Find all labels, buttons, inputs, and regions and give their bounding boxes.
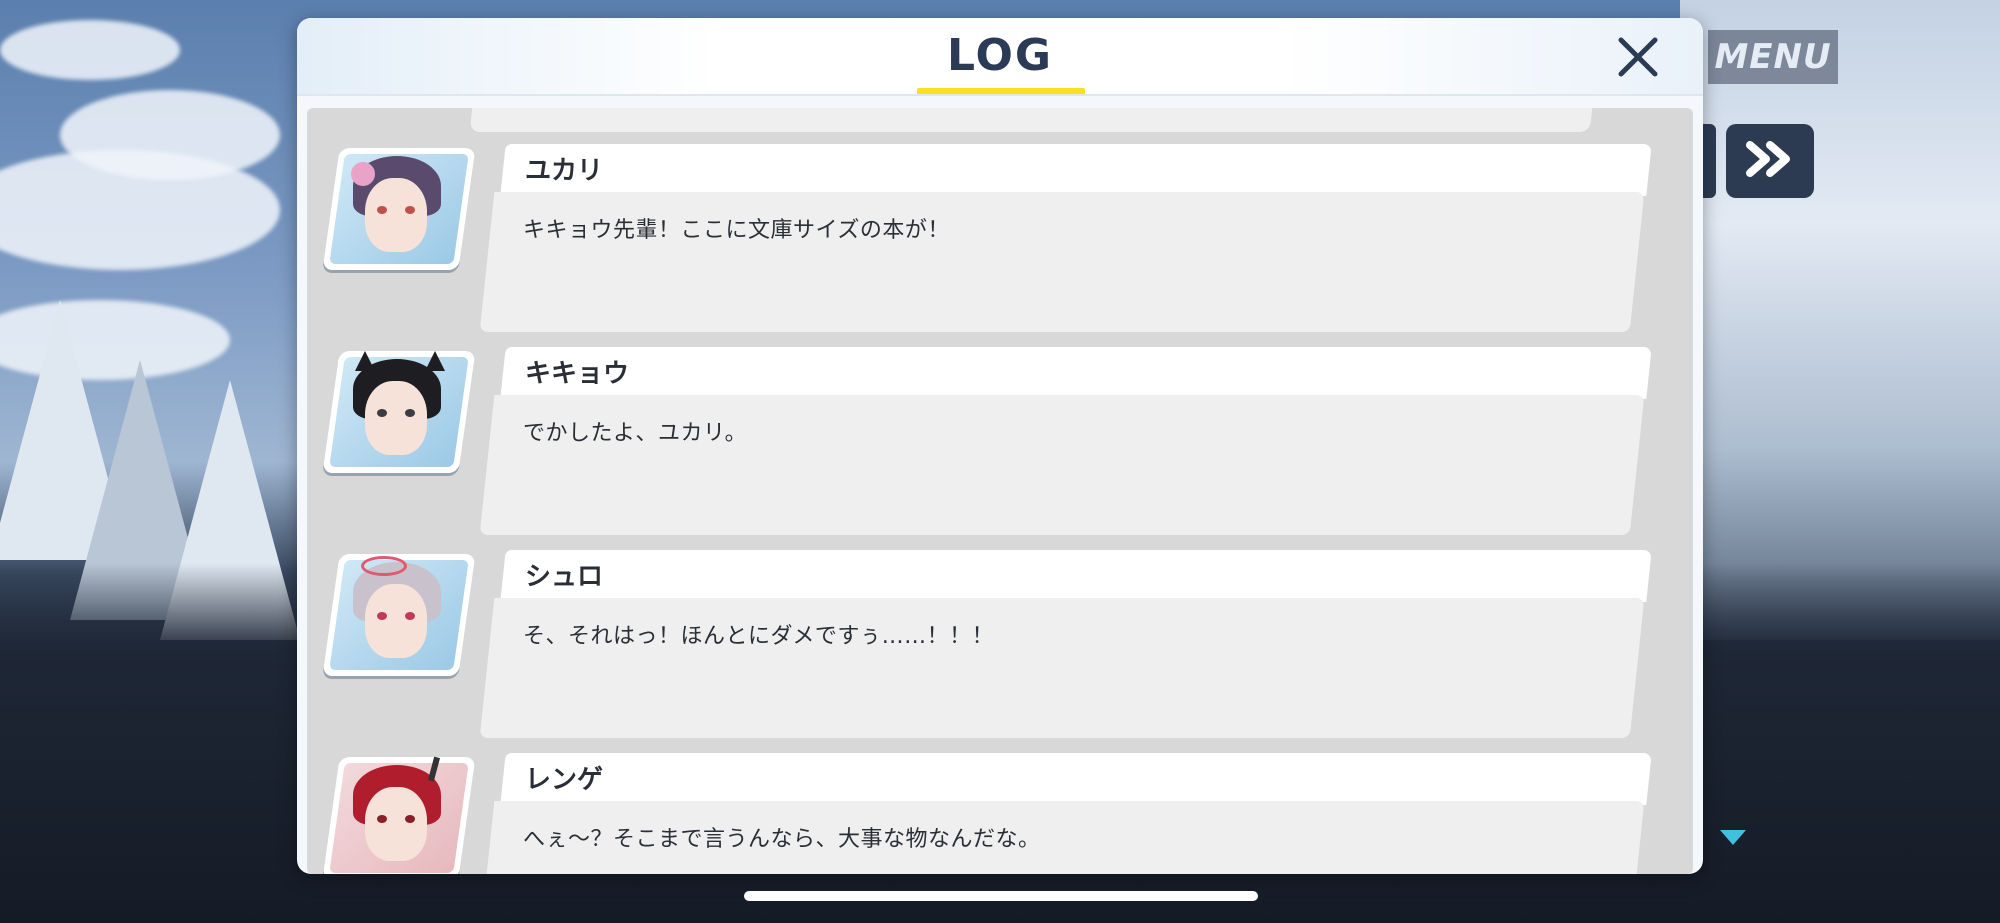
page-title: LOG — [947, 30, 1053, 81]
speaker-name-bar — [500, 550, 1652, 602]
previous-entry-tail — [469, 108, 1593, 132]
log-list[interactable]: ユカリ キキョウ先輩！ここに文庫サイズの本が！ キキョウ でかしたよ、ユカリ。 — [307, 108, 1693, 874]
snow-trees-right — [1680, 0, 2000, 640]
log-entry: シュロ そ、それはっ！ほんとにダメですぅ……！！！ — [307, 550, 1693, 744]
character-portrait-renge — [322, 756, 476, 874]
speaker-name-bar — [500, 144, 1652, 196]
log-entry: レンゲ へぇ～？そこまで言うんなら、大事な物なんだな。 — [307, 753, 1693, 874]
speaker-name-bar — [500, 753, 1652, 805]
dialogue-text: でかしたよ、ユカリ。 — [523, 421, 748, 446]
speaker-name-bar — [500, 347, 1652, 399]
log-entry: キキョウ でかしたよ、ユカリ。 — [307, 347, 1693, 541]
character-portrait-yukari — [322, 148, 476, 270]
home-indicator[interactable] — [744, 891, 1258, 901]
speaker-name: レンゲ — [525, 765, 604, 795]
speaker-name: ユカリ — [525, 156, 604, 186]
dialogue-bubble: シュロ そ、それはっ！ほんとにダメですぅ……！！！ — [479, 550, 1657, 740]
dialogue-bubble: レンゲ へぇ～？そこまで言うんなら、大事な物なんだな。 — [479, 753, 1657, 874]
triangle-down-icon — [1720, 830, 1746, 845]
dialogue-text: へぇ～？そこまで言うんなら、大事な物なんだな。 — [523, 827, 1041, 852]
dialogue-text: キキョウ先輩！ここに文庫サイズの本が！ — [523, 218, 950, 243]
log-entry: ユカリ キキョウ先輩！ここに文庫サイズの本が！ — [307, 144, 1693, 338]
dialogue-bubble: キキョウ でかしたよ、ユカリ。 — [479, 347, 1657, 537]
title-underline — [917, 88, 1085, 95]
character-portrait-shuro — [322, 554, 476, 676]
speaker-name: キキョウ — [525, 359, 630, 389]
character-portrait-kikyou — [322, 351, 476, 473]
double-chevron-right-icon — [1744, 139, 1796, 183]
cloud — [60, 90, 280, 180]
close-icon — [1613, 37, 1663, 86]
dialogue-bubble: ユカリ キキョウ先輩！ここに文庫サイズの本が！ — [479, 144, 1657, 334]
cloud — [0, 20, 180, 80]
close-button[interactable] — [1613, 32, 1663, 82]
log-header: LOG — [297, 18, 1703, 96]
menu-button[interactable]: MENU — [1708, 30, 1838, 84]
skip-button[interactable] — [1726, 124, 1814, 198]
log-panel: LOG ユカリ キキョウ先輩！ここに文庫サイズの本が！ キキョウ でかしたよ、ユ… — [297, 18, 1703, 874]
speaker-name: シュロ — [525, 562, 604, 592]
dialogue-text: そ、それはっ！ほんとにダメですぅ……！！！ — [523, 624, 995, 649]
